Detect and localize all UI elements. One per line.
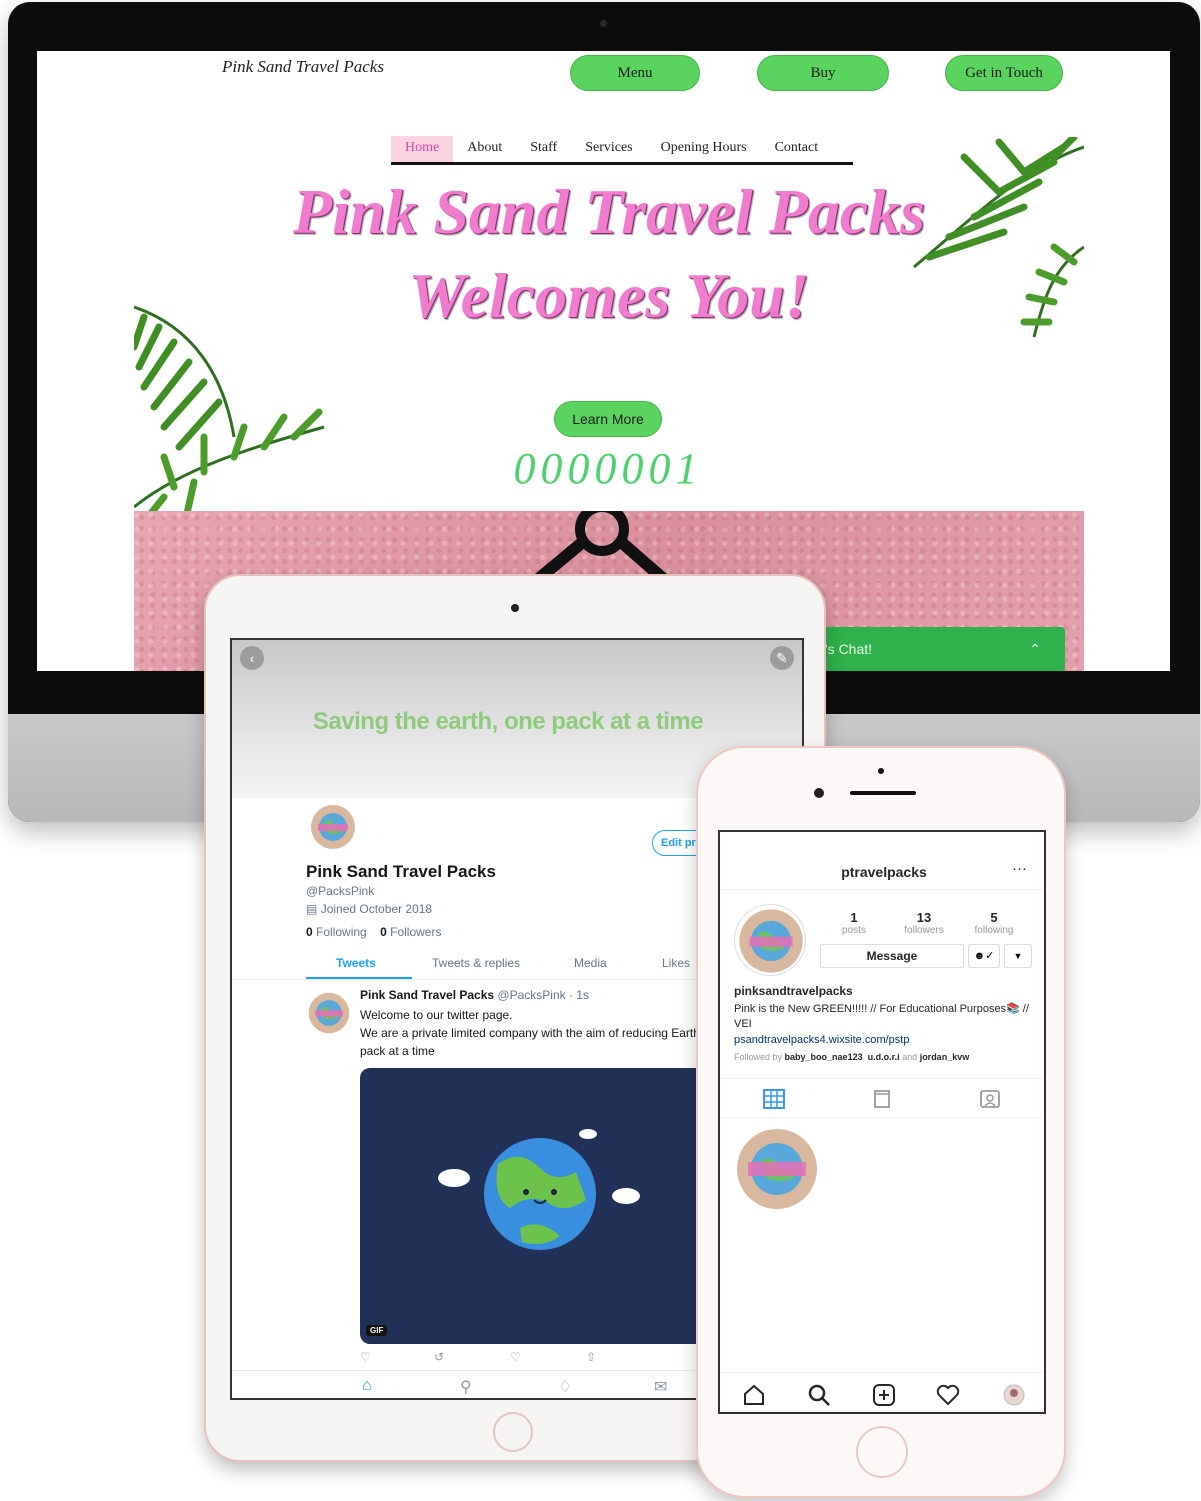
calendar-icon: ▤ <box>306 902 318 916</box>
menu-button[interactable]: Menu <box>570 55 700 91</box>
learn-more-button[interactable]: Learn More <box>554 401 662 437</box>
chat-widget[interactable]: 's Chat! ⌃ <box>797 627 1065 671</box>
hero-title-line-1: Pink Sand Travel Packs <box>292 176 926 247</box>
followed-by-prefix: Followed by <box>734 1052 783 1062</box>
imac-camera <box>600 20 607 27</box>
ipad-camera <box>511 604 519 612</box>
globe-logo-icon <box>308 992 350 1034</box>
ig-stat-following[interactable]: 5 following <box>964 910 1024 936</box>
followers-count: 13 <box>916 910 932 925</box>
device-mockup-scene: Pink Sand Travel Packs Menu Buy Get in T… <box>0 0 1201 1501</box>
globe-logo-icon <box>739 909 803 973</box>
tweet-avatar[interactable] <box>306 990 352 1036</box>
tweet-meta: @PacksPink · 1s <box>497 988 589 1002</box>
home-icon[interactable]: ⌂ <box>362 1377 372 1395</box>
instagram-profile-screen: ptravelpacks ··· 1 posts 13 followers 5 … <box>718 830 1046 1414</box>
get-in-touch-button[interactable]: Get in Touch <box>945 55 1063 91</box>
visitor-counter: 0000001 <box>513 444 703 493</box>
followed-by: Followed by baby_boo_nae123, u.d.o.r.i a… <box>734 1052 970 1062</box>
banner-text: Saving the earth, one pack at a time <box>312 708 704 735</box>
follower-link-2[interactable]: u.d.o.r.i <box>868 1052 900 1062</box>
profile-name: Pink Sand Travel Packs <box>306 862 496 881</box>
tab-tweets[interactable]: Tweets <box>336 956 376 970</box>
posts-count: 1 <box>850 910 858 925</box>
post-thumbnail-image[interactable] <box>734 1126 820 1212</box>
profile-handle: @PacksPink <box>306 884 375 898</box>
profile-avatar[interactable] <box>306 800 360 854</box>
message-button[interactable]: Message <box>820 944 964 968</box>
ig-stat-followers[interactable]: 13 followers <box>894 910 954 936</box>
chevron-down-icon[interactable]: ▼ <box>1004 944 1032 968</box>
chevron-up-icon[interactable]: ⌃ <box>1029 641 1041 658</box>
follower-link-3[interactable]: jordan_kvw <box>920 1052 970 1062</box>
posts-label: posts <box>842 925 866 936</box>
followers-label[interactable]: Followers <box>390 925 441 939</box>
tagged-icon[interactable] <box>978 1089 1002 1109</box>
ig-username: ptravelpacks <box>841 864 927 880</box>
ig-bottom-nav <box>720 1372 1044 1412</box>
back-arrow-icon[interactable]: ‹ <box>240 646 264 670</box>
tab-media[interactable]: Media <box>574 956 607 970</box>
search-icon[interactable]: ⚲ <box>460 1377 472 1397</box>
add-icon[interactable] <box>872 1383 896 1407</box>
followers-label: followers <box>904 925 944 936</box>
iphone-camera <box>814 788 824 798</box>
joined-text: Joined October 2018 <box>320 902 433 916</box>
ig-profile-tabs <box>720 1078 1044 1118</box>
ig-avatar[interactable] <box>734 904 806 976</box>
ig-stat-posts[interactable]: 1 posts <box>824 910 884 936</box>
iphone-device: ptravelpacks ··· 1 posts 13 followers 5 … <box>696 746 1066 1498</box>
chat-label: 's Chat! <box>825 641 873 657</box>
reply-icon[interactable]: ♡ <box>360 1350 371 1364</box>
following-count: 5 <box>990 910 998 925</box>
home-icon[interactable] <box>742 1383 766 1407</box>
ipad-home-button[interactable] <box>493 1412 533 1452</box>
followed-by-and: and <box>902 1052 918 1062</box>
feed-icon[interactable] <box>870 1089 894 1109</box>
follower-link-1[interactable]: baby_boo_nae123 <box>785 1052 863 1062</box>
grid-icon[interactable] <box>762 1089 786 1109</box>
followers-count[interactable]: 0 <box>380 925 387 939</box>
tweet-actions: ♡ ↺ ♡ ⇧ <box>360 1350 600 1368</box>
joined-date: ▤ Joined October 2018 <box>306 902 432 916</box>
iphone-speaker <box>850 791 916 795</box>
profile-icon[interactable] <box>1002 1383 1026 1407</box>
following-count[interactable]: 0 <box>306 925 313 939</box>
logo-icon <box>532 511 670 581</box>
hero-title-line-2: Welcomes You! <box>408 260 810 331</box>
site-brand[interactable]: Pink Sand Travel Packs <box>222 57 384 77</box>
share-icon[interactable]: ⇧ <box>586 1350 596 1364</box>
follow-stats: 0 Following 0 Followers <box>306 925 441 939</box>
more-options-icon[interactable]: ··· <box>1012 860 1027 877</box>
tweet-header: Pink Sand Travel Packs @PacksPink · 1s <box>360 988 589 1002</box>
bio-link[interactable]: psandtravelpacks4.wixsite.com/pstp <box>734 1034 909 1046</box>
tweet-author[interactable]: Pink Sand Travel Packs <box>360 988 494 1002</box>
bio-text: Pink is the New GREEN!!!!! // For Educat… <box>734 1003 1029 1030</box>
buy-button[interactable]: Buy <box>757 55 889 91</box>
tab-tweets-replies[interactable]: Tweets & replies <box>432 956 520 970</box>
iphone-sensor <box>878 768 884 774</box>
iphone-home-button[interactable] <box>856 1426 908 1478</box>
instagram-header: ptravelpacks ··· <box>720 832 1044 890</box>
gif-badge: GIF <box>366 1325 388 1336</box>
notifications-icon[interactable]: ♢ <box>558 1377 572 1397</box>
tab-likes[interactable]: Likes <box>662 956 690 970</box>
compose-icon[interactable]: ✎ <box>770 646 794 670</box>
search-icon[interactable] <box>807 1383 831 1407</box>
messages-icon[interactable]: ✉ <box>654 1377 667 1397</box>
like-icon[interactable]: ♡ <box>510 1350 521 1364</box>
following-label[interactable]: Following <box>316 925 367 939</box>
following-check-icon[interactable]: ☻✓ <box>968 944 1000 968</box>
active-tab-indicator <box>306 977 412 979</box>
retweet-icon[interactable]: ↺ <box>434 1350 444 1364</box>
heart-icon[interactable] <box>936 1383 960 1407</box>
following-label: following <box>974 925 1014 936</box>
bio-name: pinksandtravelpacks <box>734 984 853 998</box>
globe-logo-icon <box>311 805 355 849</box>
